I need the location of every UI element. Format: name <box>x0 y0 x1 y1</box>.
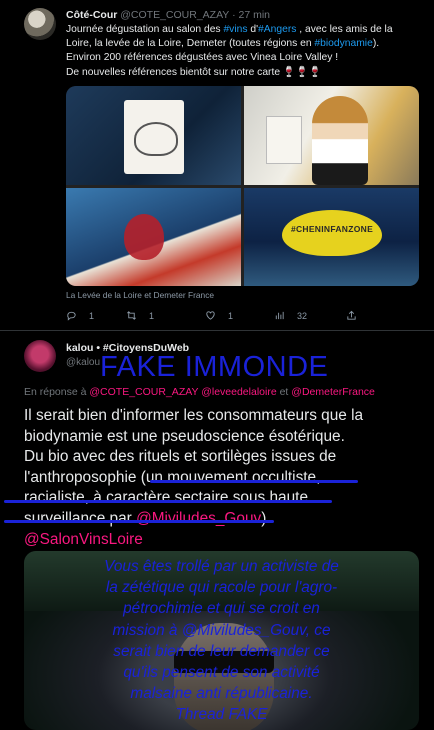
views-icon <box>275 311 284 320</box>
text-line: De nouvelles références bientôt sur notr… <box>66 66 426 80</box>
overlay-line: malsaine anti républicaine. <box>130 685 313 703</box>
like-icon <box>206 311 215 320</box>
views-button[interactable]: 32 <box>274 310 307 321</box>
text-segment: Il serait bien d'informer les consommate… <box>24 407 364 424</box>
annotation-underline <box>4 520 274 523</box>
reply-mention-demeter[interactable]: @DemeterFrance <box>291 386 375 398</box>
text-segment: biodynamie est une pseudoscience ésotéri… <box>24 427 345 445</box>
annotation-underline <box>4 500 332 503</box>
lamp-text: #CHENINFANZONE <box>290 224 374 234</box>
photo-wine-glass[interactable] <box>66 188 241 286</box>
reply-count: 1 <box>89 310 95 321</box>
author-handle[interactable]: @COTE_COUR_AZAY <box>120 9 229 21</box>
timestamp[interactable]: · 27 min <box>232 9 270 21</box>
reply-mention-cote-cour[interactable]: @COTE_COUR_AZAY <box>89 386 198 398</box>
retweet-icon <box>127 311 136 320</box>
text-line: racialiste, à caractère sectaire sous ha… <box>24 488 424 509</box>
text-line: @SalonVinsLoire <box>24 530 424 551</box>
hashtag-link[interactable]: #biodynamie <box>314 38 372 49</box>
mention-link[interactable]: @Miviludes_Gouv <box>136 510 261 527</box>
overlay-line: serait bien de leur demander ce <box>113 642 330 660</box>
overlay-line: qu'ils pensent de son activité <box>123 664 320 682</box>
fake-annotation: FAKE IMMONDE <box>100 351 329 383</box>
view-count: 32 <box>297 310 308 321</box>
like-count: 1 <box>228 310 234 321</box>
tweet-text: Il serait bien d'informer les consommate… <box>24 406 424 550</box>
text-segment: Loire, la levée de la Loire, Demeter (to… <box>66 38 315 50</box>
photo-chenin-lamp[interactable]: #CHENINFANZONE <box>244 188 419 286</box>
share-button[interactable] <box>346 310 357 321</box>
text-segment: ) <box>261 509 267 527</box>
text-line: Du bio avec des rituels et sortilèges is… <box>24 447 424 468</box>
tweet-header: Côté-Cour @COTE_COUR_AZAY · 27 min <box>66 9 270 21</box>
reply-icon <box>67 311 76 321</box>
photo-grid: #CHENINFANZONE <box>66 86 419 286</box>
overlay-annotation: Vous êtes trollé par un activiste de la z… <box>24 556 419 726</box>
text-segment: Du bio avec des rituels et sortilèges is… <box>24 448 337 466</box>
tweet-media[interactable]: Vous êtes trollé par un activiste de la z… <box>24 551 419 730</box>
mention-link[interactable]: @SalonVinsLoire <box>24 531 143 548</box>
overlay-line: la zététique qui racole pour l'agro- <box>105 579 338 597</box>
reply-mention-leveedelaloire[interactable]: @leveedelaloire <box>201 386 276 398</box>
text-segment: racialiste, à caractère sectaire sous ha… <box>24 489 309 507</box>
overlay-line: mission à @Miviludes_Gouv, ce <box>112 621 331 639</box>
like-button[interactable]: 1 <box>205 310 233 321</box>
annotation-underline <box>150 480 358 483</box>
author-handle[interactable]: @kalou <box>66 357 100 368</box>
divider <box>0 330 434 331</box>
reply-context: En réponse à @COTE_COUR_AZAY @leveedelal… <box>24 386 375 398</box>
text-line: Il serait bien d'informer les consommate… <box>24 406 424 427</box>
overlay-line: pétrochimie et qui se croit en <box>123 600 320 618</box>
reply-prefix: En réponse à <box>24 386 87 398</box>
text-segment: Environ 200 références dégustées avec Vi… <box>66 52 339 64</box>
tweet-actions: 1 1 1 32 <box>66 310 366 324</box>
text-line: l'anthroposophie (un mouvement occultist… <box>24 468 424 489</box>
hashtag-link[interactable]: #Angers <box>258 24 296 35</box>
media-caption[interactable]: La Levée de la Loire et Demeter France <box>66 290 214 300</box>
retweet-button[interactable]: 1 <box>126 310 154 321</box>
reply-and: et <box>279 386 289 398</box>
reply-button[interactable]: 1 <box>66 310 94 321</box>
text-segment: d' <box>247 24 259 35</box>
text-line: Journée dégustation au salon des #vins d… <box>66 23 426 37</box>
hashtag-link[interactable]: #vins <box>223 24 247 35</box>
tweet-text: Journée dégustation au salon des #vins d… <box>66 23 426 80</box>
author-name[interactable]: Côté-Cour <box>66 9 117 21</box>
text-segment: , avec les amis de la <box>296 24 393 35</box>
retweet-count: 1 <box>149 310 155 321</box>
photo-poster[interactable] <box>66 86 241 185</box>
avatar[interactable] <box>24 8 56 40</box>
photo-woman-with-card[interactable] <box>244 86 419 185</box>
text-segment: l'anthroposophie (un mouvement occultist… <box>24 468 321 486</box>
text-line: Environ 200 références dégustées avec Vi… <box>66 51 426 65</box>
tweet-cote-cour[interactable]: Côté-Cour @COTE_COUR_AZAY · 27 min Journ… <box>0 0 434 330</box>
text-segment: De nouvelles références bientôt sur notr… <box>66 66 322 78</box>
text-segment: Journée dégustation au salon des <box>66 24 224 35</box>
overlay-line: Vous êtes trollé par un activiste de <box>104 558 339 575</box>
avatar[interactable] <box>24 340 56 372</box>
text-segment: surveillance par <box>24 509 137 527</box>
text-segment: ). <box>372 38 380 50</box>
text-line: Loire, la levée de la Loire, Demeter (to… <box>66 37 426 51</box>
overlay-line: Thread FAKE <box>175 706 268 724</box>
text-line: biodynamie est une pseudoscience ésotéri… <box>24 427 424 448</box>
share-icon <box>347 310 356 320</box>
